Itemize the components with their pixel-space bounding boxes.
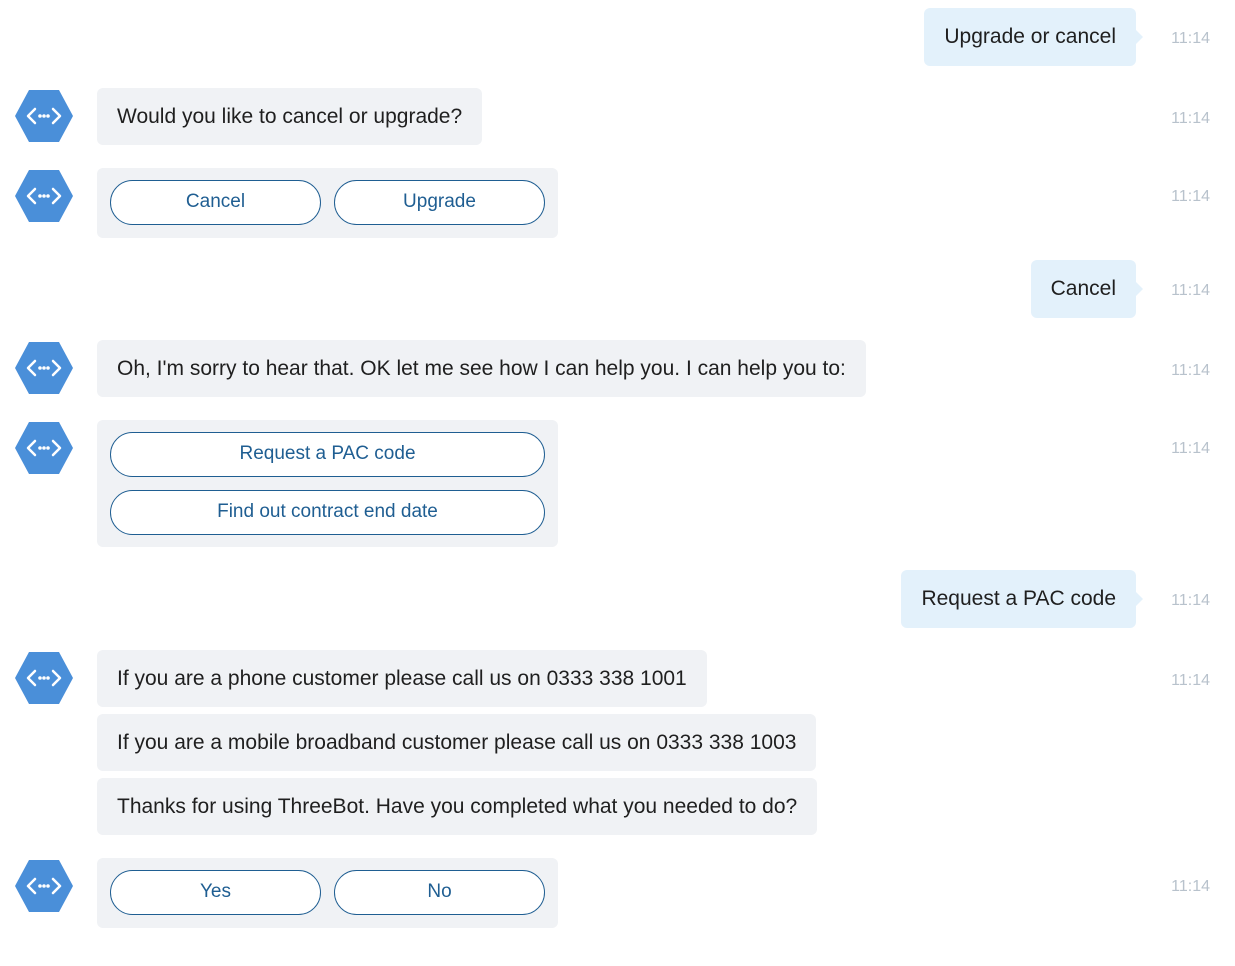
bot-avatar-icon [14,88,74,144]
cancel-button[interactable]: Cancel [110,180,321,225]
bot-message: If you are a phone customer please call … [97,650,707,707]
no-button[interactable]: No [334,870,545,915]
user-message: Upgrade or cancel [924,8,1143,66]
bot-avatar-icon [14,340,74,396]
timestamp: 11:14 [1171,672,1210,689]
timestamp: 11:14 [1171,440,1210,457]
bot-avatar-icon [14,650,74,706]
bot-avatar-icon [14,168,74,224]
bot-avatar-icon [14,858,74,914]
bot-message: If you are a mobile broadband customer p… [97,714,817,771]
timestamp: 11:14 [1171,592,1210,609]
bot-avatar-icon [14,420,74,476]
quick-reply-panel: Cancel Upgrade [97,168,558,238]
bot-message: Would you like to cancel or upgrade? [97,88,483,145]
upgrade-button[interactable]: Upgrade [334,180,545,225]
timestamp: 11:14 [1171,878,1210,895]
user-message: Request a PAC code [901,570,1143,628]
yes-button[interactable]: Yes [110,870,321,915]
timestamp: 11:14 [1171,362,1210,379]
timestamp: 11:14 [1171,110,1210,127]
quick-reply-panel: Request a PAC code Find out contract end… [97,420,558,547]
quick-reply-panel: Yes No [97,858,558,928]
bot-message: Thanks for using ThreeBot. Have you comp… [97,778,818,835]
timestamp: 11:14 [1171,30,1210,47]
timestamp: 11:14 [1171,282,1210,299]
contract-end-date-button[interactable]: Find out contract end date [110,490,545,535]
user-message: Cancel [1030,260,1144,318]
request-pac-code-button[interactable]: Request a PAC code [110,432,545,477]
bot-message: Oh, I'm sorry to hear that. OK let me se… [97,340,866,397]
timestamp: 11:14 [1171,188,1210,205]
